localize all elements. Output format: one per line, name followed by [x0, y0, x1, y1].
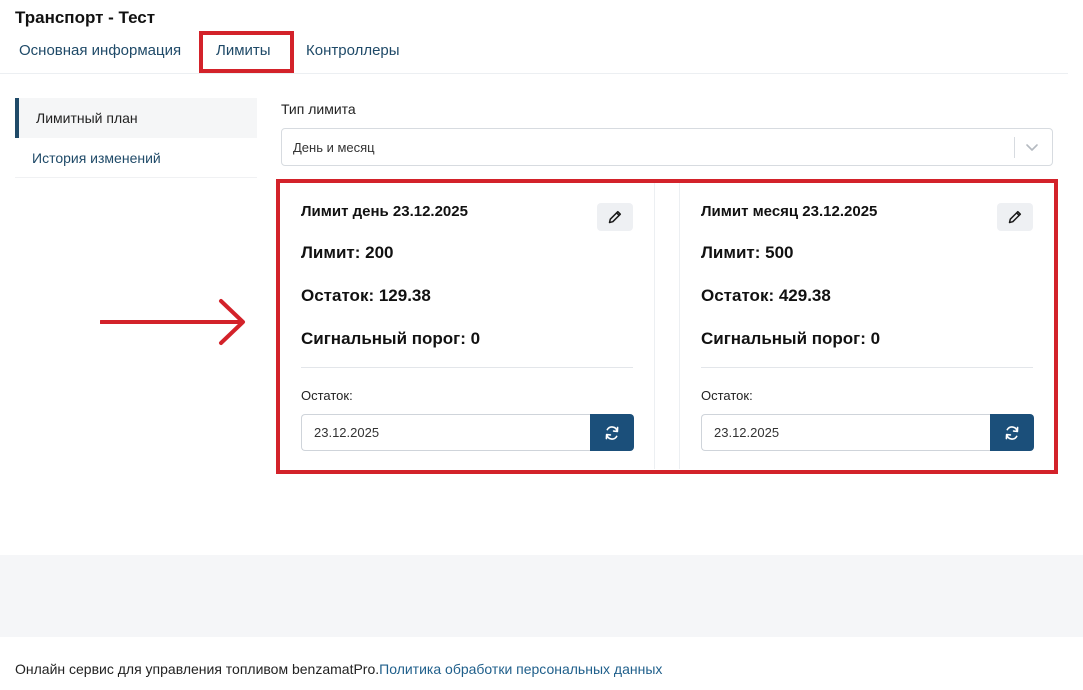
cards-highlight-frame	[276, 179, 1058, 474]
arrow-right-icon	[100, 299, 245, 345]
tab-controllers[interactable]: Контроллеры	[306, 42, 400, 59]
page-title: Транспорт - Тест	[15, 8, 156, 27]
footer: Онлайн сервис для управления топливом be…	[15, 661, 662, 677]
sidebar-item-history[interactable]: История изменений	[15, 138, 257, 178]
tab-highlight-frame	[199, 31, 294, 73]
tab-bar: Основная информация Лимиты Контроллеры	[0, 36, 1068, 74]
privacy-policy-link[interactable]: Политика обработки персональных данных	[379, 661, 662, 677]
limit-type-label: Тип лимита	[281, 101, 356, 117]
tab-main-info[interactable]: Основная информация	[19, 42, 181, 59]
limit-type-value: День и месяц	[293, 140, 375, 155]
sidebar-item-label: История изменений	[32, 149, 161, 166]
select-separator	[1014, 137, 1015, 158]
limit-type-select[interactable]: День и месяц	[281, 128, 1053, 166]
sidebar: Лимитный план История изменений	[15, 98, 257, 178]
sidebar-item-limit-plan[interactable]: Лимитный план	[15, 98, 257, 138]
sidebar-item-label: Лимитный план	[36, 110, 138, 126]
chevron-down-icon	[1026, 144, 1038, 151]
footer-text: Онлайн сервис для управления топливом be…	[15, 661, 380, 677]
footer-band	[0, 555, 1083, 637]
